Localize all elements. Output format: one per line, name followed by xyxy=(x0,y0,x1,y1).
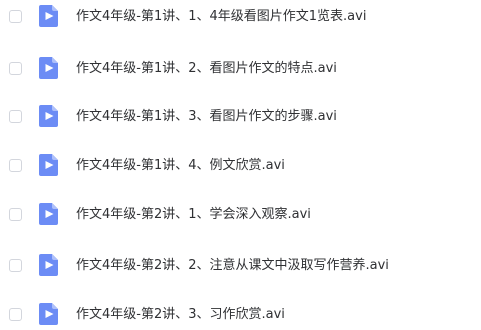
file-row[interactable]: 作文4年级-第2讲、3、习作欣赏.avi xyxy=(0,302,481,330)
file-name[interactable]: 作文4年级-第1讲、1、4年级看图片作文1览表.avi xyxy=(76,7,366,26)
file-name[interactable]: 作文4年级-第2讲、1、学会深入观察.avi xyxy=(76,205,311,224)
file-checkbox[interactable] xyxy=(9,208,22,221)
file-name[interactable]: 作文4年级-第2讲、2、注意从课文中汲取写作营养.avi xyxy=(76,256,389,275)
file-checkbox[interactable] xyxy=(9,10,22,23)
file-name[interactable]: 作文4年级-第1讲、4、例文欣赏.avi xyxy=(76,156,285,175)
video-file-icon xyxy=(37,104,61,128)
video-file-icon xyxy=(37,302,61,326)
file-row[interactable]: 作文4年级-第2讲、2、注意从课文中汲取写作营养.avi xyxy=(0,253,481,281)
file-checkbox[interactable] xyxy=(9,159,22,172)
file-row[interactable]: 作文4年级-第2讲、1、学会深入观察.avi xyxy=(0,202,481,230)
video-file-icon xyxy=(37,202,61,226)
file-checkbox[interactable] xyxy=(9,62,22,75)
file-name[interactable]: 作文4年级-第2讲、3、习作欣赏.avi xyxy=(76,305,285,324)
file-checkbox[interactable] xyxy=(9,259,22,272)
file-checkbox[interactable] xyxy=(9,308,22,321)
video-file-icon xyxy=(37,56,61,80)
file-row[interactable]: 作文4年级-第1讲、3、看图片作文的步骤.avi xyxy=(0,104,481,132)
video-file-icon xyxy=(37,4,61,28)
file-name[interactable]: 作文4年级-第1讲、2、看图片作文的特点.avi xyxy=(76,59,337,78)
video-file-icon xyxy=(37,253,61,277)
file-checkbox[interactable] xyxy=(9,110,22,123)
video-file-icon xyxy=(37,153,61,177)
file-name[interactable]: 作文4年级-第1讲、3、看图片作文的步骤.avi xyxy=(76,107,337,126)
file-row[interactable]: 作文4年级-第1讲、1、4年级看图片作文1览表.avi xyxy=(0,4,481,32)
file-row[interactable]: 作文4年级-第1讲、4、例文欣赏.avi xyxy=(0,153,481,181)
file-list: 作文4年级-第1讲、1、4年级看图片作文1览表.avi 作文4年级-第1讲、2、… xyxy=(0,0,481,325)
file-row[interactable]: 作文4年级-第1讲、2、看图片作文的特点.avi xyxy=(0,56,481,84)
